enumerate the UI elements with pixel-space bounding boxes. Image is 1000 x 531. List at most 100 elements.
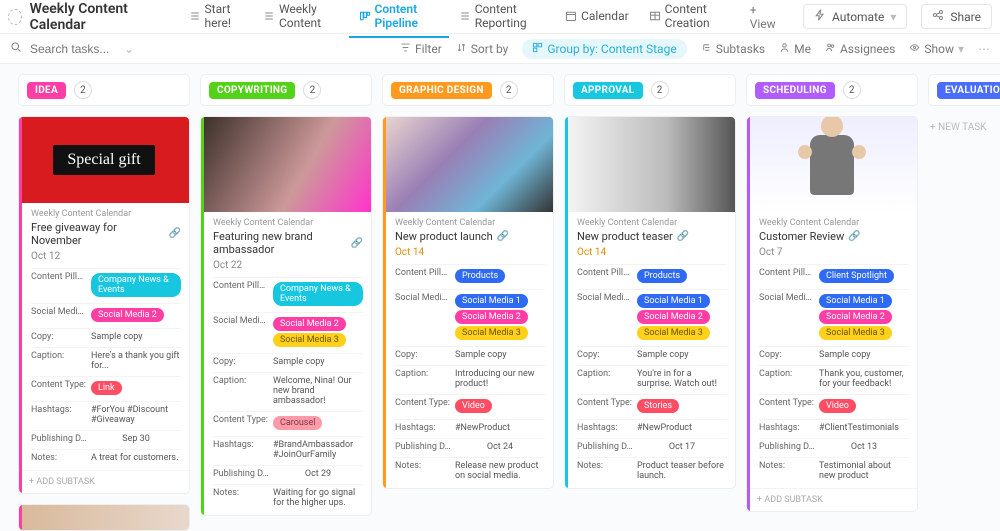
pillar-tag: Company News & Events [273, 282, 363, 306]
column-header[interactable]: SCHEDULING 2 [746, 74, 918, 106]
field-label: Content Type: [31, 380, 87, 390]
filter-label: Filter [415, 42, 442, 56]
subtasks-button[interactable]: Subtasks [701, 42, 765, 56]
attachment-icon: 🔗 [848, 231, 860, 242]
groupby-button[interactable]: Group by: Content Stage [522, 39, 686, 59]
view-content-reporting[interactable]: Content Reporting [449, 0, 555, 38]
field-label: Publishing D... [759, 442, 815, 452]
social-tag: Social Media 2 [455, 310, 528, 324]
ctype-tag: Video [455, 399, 492, 413]
task-card[interactable]: Weekly Content Calendar New product laun… [382, 116, 554, 489]
people-icon [825, 42, 836, 56]
groupby-label: Group by: Content Stage [547, 42, 676, 56]
automate-label: Automate [832, 10, 884, 24]
social-tag: Social Media 2 [819, 310, 892, 324]
me-button[interactable]: Me [779, 42, 811, 56]
stage-pill: APPROVAL [573, 82, 643, 99]
add-subtask-button[interactable]: + ADD SUBTASK [747, 488, 917, 511]
add-subtask-button[interactable]: + ADD SUBTASK [19, 470, 189, 493]
stage-stripe [747, 117, 750, 511]
field-label: Notes: [395, 461, 451, 471]
field-value: Oct 24 [455, 442, 545, 452]
field-label: Social Media... [395, 293, 451, 303]
field-value: #NewProduct [455, 423, 545, 433]
list-icon [459, 10, 471, 22]
social-tag: Social Media 3 [455, 326, 528, 340]
field-value: Oct 13 [819, 442, 909, 452]
column-header[interactable]: GRAPHIC DESIGN 2 [382, 74, 554, 106]
automate-button[interactable]: Automate ▾ [803, 4, 907, 29]
task-card[interactable]: Weekly Content Calendar Customer Review🔗… [746, 116, 918, 512]
search-wrapper[interactable]: ⌄ [10, 41, 134, 57]
add-view-button[interactable]: + View [740, 0, 787, 37]
column-evaluation: EVALUATION 0 + NEW TASK [928, 74, 1000, 531]
field-label: Content Pillar: [759, 268, 815, 278]
share-button[interactable]: Share [921, 4, 992, 29]
card-date: Oct 14 [395, 247, 545, 258]
new-task-button[interactable]: + NEW TASK [928, 116, 1000, 139]
view-calendar[interactable]: Calendar [555, 3, 639, 31]
card-category: Weekly Content Calendar [759, 218, 909, 228]
assignees-button[interactable]: Assignees [825, 42, 895, 56]
search-input[interactable] [28, 41, 118, 57]
stage-stripe [19, 117, 22, 493]
stage-stripe [19, 505, 22, 530]
view-content-pipeline[interactable]: Content Pipeline [349, 0, 449, 38]
field-label: Publishing D... [213, 469, 269, 479]
page-title: Weekly Content Calendar [30, 1, 161, 33]
column-header[interactable]: APPROVAL 2 [564, 74, 736, 106]
field-value: Sep 30 [91, 434, 181, 444]
filter-button[interactable]: Filter [400, 42, 442, 56]
field-label: Publishing D... [577, 442, 633, 452]
group-icon [532, 42, 543, 56]
card-title: New product teaser [577, 230, 673, 243]
card-date: Oct 12 [31, 251, 181, 262]
sort-button[interactable]: Sort by [456, 42, 509, 56]
field-value: Waiting for go signal for the higher ups… [273, 488, 363, 508]
field-value: Oct 29 [273, 469, 363, 479]
view-start-here[interactable]: Start here! [179, 0, 253, 38]
column-header[interactable]: COPYWRITING 2 [200, 74, 372, 106]
count-badge: 2 [843, 81, 861, 99]
field-label: Caption: [213, 376, 269, 386]
field-label: Content Type: [577, 398, 633, 408]
filter-icon [400, 42, 411, 56]
card-category: Weekly Content Calendar [31, 209, 181, 219]
view-content-creation[interactable]: Content Creation [639, 0, 740, 38]
show-button[interactable]: Show ▾ [909, 42, 964, 56]
stage-stripe [565, 117, 568, 488]
task-card[interactable]: Special gift Weekly Content Calendar Fre… [18, 116, 190, 494]
field-label: Copy: [213, 357, 269, 367]
task-card[interactable]: Weekly Content Calendar New product teas… [564, 116, 736, 489]
task-card[interactable]: Weekly Content Calendar Featuring new br… [200, 116, 372, 516]
field-value: Product teaser before launch. [637, 461, 727, 481]
field-value: Here's a thank you gift for... [91, 351, 181, 371]
field-label: Caption: [31, 351, 87, 361]
field-value: #NewProduct [637, 423, 727, 433]
count-badge: 2 [303, 81, 321, 99]
field-value: Welcome, Nina! Our new brand ambassador! [273, 376, 363, 406]
social-tag: Social Media 3 [819, 326, 892, 340]
card-category: Weekly Content Calendar [577, 218, 727, 228]
view-weekly-content[interactable]: Weekly Content [253, 0, 349, 38]
sort-icon [456, 42, 467, 56]
field-label: Copy: [577, 350, 633, 360]
stage-pill: EVALUATION [937, 82, 1000, 99]
more-button[interactable]: ⋯ [978, 42, 990, 56]
field-value: #BrandAmbassador #JoinOurFamily [273, 440, 363, 460]
social-tag: Social Media 1 [819, 294, 892, 308]
column-header[interactable]: EVALUATION 0 [928, 74, 1000, 106]
pillar-tag: Client Spotlight [819, 269, 894, 283]
column-header[interactable]: IDEA 2 [18, 74, 190, 106]
card-date: Oct 7 [759, 247, 909, 258]
bolt-icon [814, 9, 826, 24]
social-tag: Social Media 2 [91, 308, 164, 322]
field-label: Hashtags: [213, 440, 269, 450]
field-value: Sample copy [637, 350, 727, 360]
chevron-down-icon[interactable]: ⌄ [124, 42, 134, 56]
task-card[interactable] [18, 504, 190, 531]
attachment-icon: 🔗 [677, 231, 689, 242]
count-badge: 2 [74, 81, 92, 99]
view-label: Content Creation [665, 2, 730, 30]
column-idea: IDEA 2 Special gift Weekly Content Calen… [18, 74, 190, 531]
